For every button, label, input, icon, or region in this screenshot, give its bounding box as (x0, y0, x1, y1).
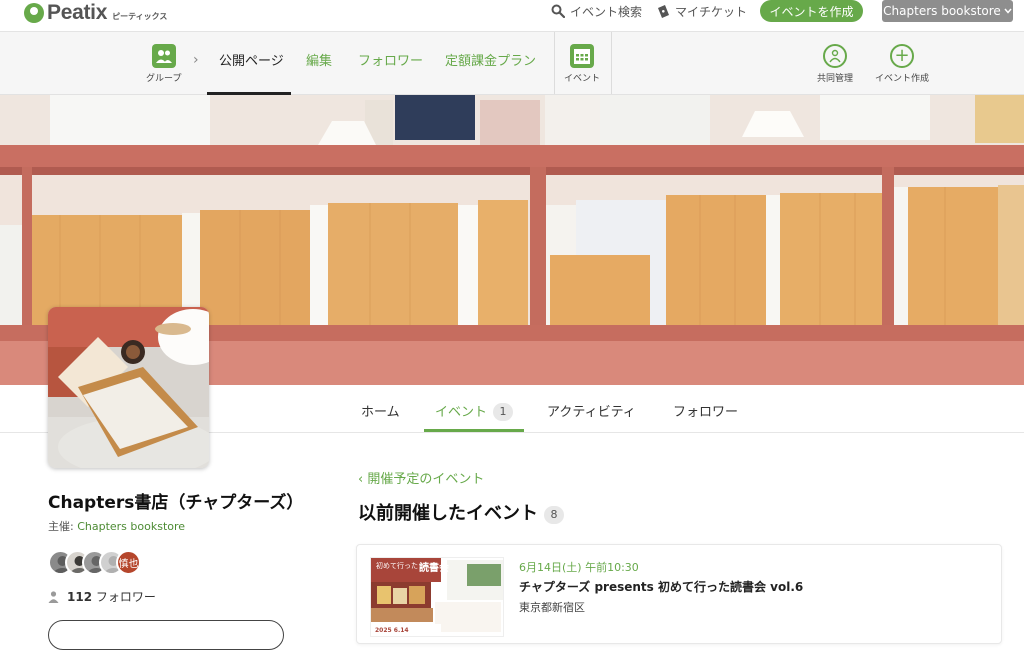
event-card[interactable]: 初めて行った 読書会 2025 6.14 6月14日(土) 午前10:30 チャ… (356, 544, 1002, 644)
avatar: 慎也 (116, 550, 141, 575)
chevron-down-icon (1004, 8, 1012, 14)
calendar-icon (570, 44, 594, 68)
logo-subtext: ピーティックス (112, 11, 168, 21)
account-menu-button[interactable]: Chapters bookstore (882, 0, 1013, 22)
tab-followers-profile[interactable]: フォロワー (673, 401, 738, 420)
organizer-line: 主催: Chapters bookstore (48, 518, 185, 534)
past-events-count-badge: 8 (544, 506, 564, 524)
create-event-button[interactable]: イベントを作成 (760, 0, 863, 22)
search-icon (551, 4, 565, 18)
group-navigation: グループ › 公開ページ 編集 フォロワー 定額課金プラン イベント 共同管理 … (0, 32, 1024, 95)
group-button[interactable]: グループ (146, 44, 181, 84)
my-tickets-link[interactable]: マイチケット (656, 2, 747, 20)
past-events-heading: 以前開催したイベント 8 (358, 499, 564, 525)
tab-home[interactable]: ホーム (361, 401, 400, 420)
tab-activity[interactable]: アクティビティ (547, 401, 636, 420)
co-manage-button[interactable]: 共同管理 (817, 44, 853, 84)
tab-edit[interactable]: 編集 (306, 50, 332, 69)
follow-button[interactable] (48, 620, 284, 650)
group-label: グループ (146, 74, 182, 84)
top-bar: Peatix ピーティックス イベント検索 マイチケット イベントを作成 Cha… (0, 0, 1024, 32)
tab-events-label: イベント (435, 405, 488, 420)
group-name: Chapters書店（チャプターズ） (48, 493, 304, 513)
tab-events-count-badge: 1 (493, 403, 514, 421)
group-icon (151, 44, 176, 68)
followers-number: 112 (67, 590, 93, 604)
tab-events[interactable]: イベント 1 (435, 401, 514, 421)
divider (611, 32, 612, 94)
create-event-nav-button[interactable]: + イベント作成 (875, 44, 929, 84)
chevron-right-icon: › (193, 52, 199, 68)
peatix-logo[interactable]: Peatix ピーティックス (24, 1, 167, 25)
organizer-link[interactable]: Chapters bookstore (77, 520, 185, 533)
event-search-label: イベント検索 (570, 4, 643, 19)
tab-subscription-plan[interactable]: 定額課金プラン (445, 50, 536, 69)
logo-text: Peatix (47, 1, 108, 24)
tab-followers[interactable]: フォロワー (358, 50, 423, 69)
event-thumbnail: 初めて行った 読書会 2025 6.14 (370, 557, 504, 637)
events-label: イベント (564, 74, 601, 84)
thumb-date: 2025 6.14 (375, 627, 409, 634)
event-search-link[interactable]: イベント検索 (551, 2, 642, 20)
upcoming-events-link[interactable]: ‹ 開催予定のイベント (358, 468, 484, 487)
group-profile-image (48, 307, 209, 468)
followers-count[interactable]: 112 フォロワー (48, 588, 156, 605)
ticket-icon (658, 5, 669, 18)
chevron-left-icon: ‹ (358, 472, 368, 487)
plus-icon: + (890, 44, 914, 68)
thumb-caption: 初めて行った (376, 562, 418, 570)
upcoming-events-label: 開催予定のイベント (367, 472, 485, 487)
create-event-nav-label: イベント作成 (875, 74, 930, 84)
member-avatars[interactable]: 慎也 (48, 550, 141, 575)
active-profile-tab-indicator (424, 429, 524, 432)
followers-label: フォロワー (95, 590, 156, 604)
person-icon (48, 590, 59, 603)
my-tickets-label: マイチケット (675, 4, 748, 19)
peatix-logo-mark-icon (24, 3, 44, 23)
divider (554, 32, 555, 94)
organizer-prefix: 主催: (48, 520, 78, 533)
thumb-heading: 読書会 (419, 563, 449, 574)
account-name: Chapters bookstore (883, 4, 1001, 18)
co-manage-icon (823, 44, 847, 68)
co-manage-label: 共同管理 (817, 74, 854, 84)
event-location: 東京都新宿区 (519, 601, 585, 614)
event-title[interactable]: チャプターズ presents 初めて行った読書会 vol.6 (519, 578, 803, 595)
tab-public-page[interactable]: 公開ページ (219, 50, 284, 69)
past-events-title: 以前開催したイベント (358, 503, 538, 524)
event-date: 6月14日(土) 午前10:30 (519, 561, 639, 574)
events-button[interactable]: イベント (564, 44, 600, 84)
